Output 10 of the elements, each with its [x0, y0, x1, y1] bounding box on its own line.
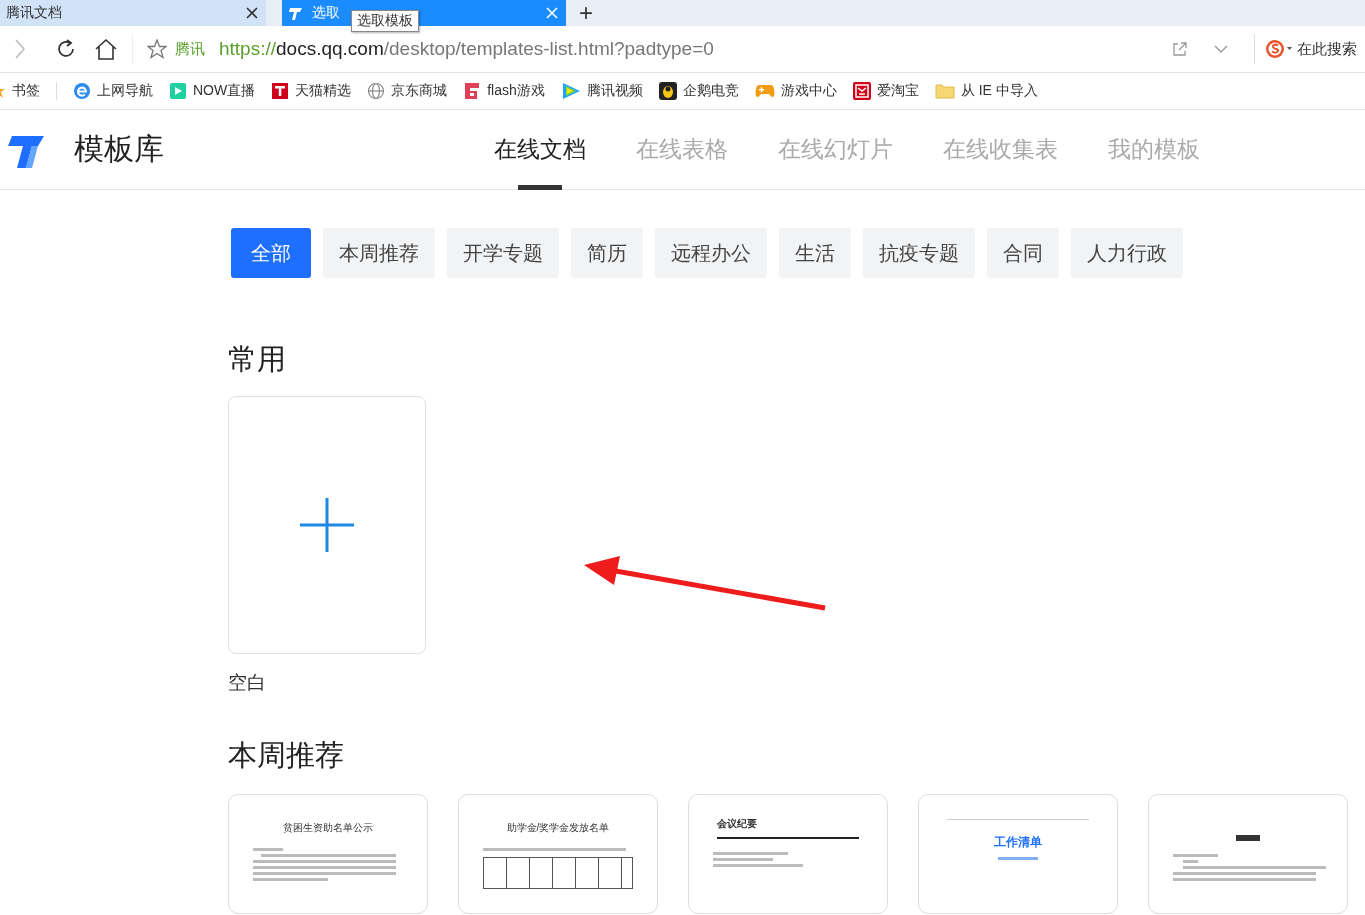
tooltip: 选取模板	[351, 10, 419, 32]
section-title: 常用	[228, 342, 287, 377]
card-label: 空白	[228, 671, 267, 695]
site-label: 腾讯	[175, 39, 205, 59]
thumbnail-title: 工作清单	[993, 834, 1043, 851]
thumbnail-title: 会议纪要	[717, 817, 758, 831]
thumbnail-title: 助学金/奖学金发放名单	[505, 821, 611, 835]
section-title: 本周推荐	[228, 738, 345, 773]
page-title: 模板库	[74, 131, 165, 167]
thumbnail-title: 贫困生资助名单公示	[282, 821, 374, 835]
